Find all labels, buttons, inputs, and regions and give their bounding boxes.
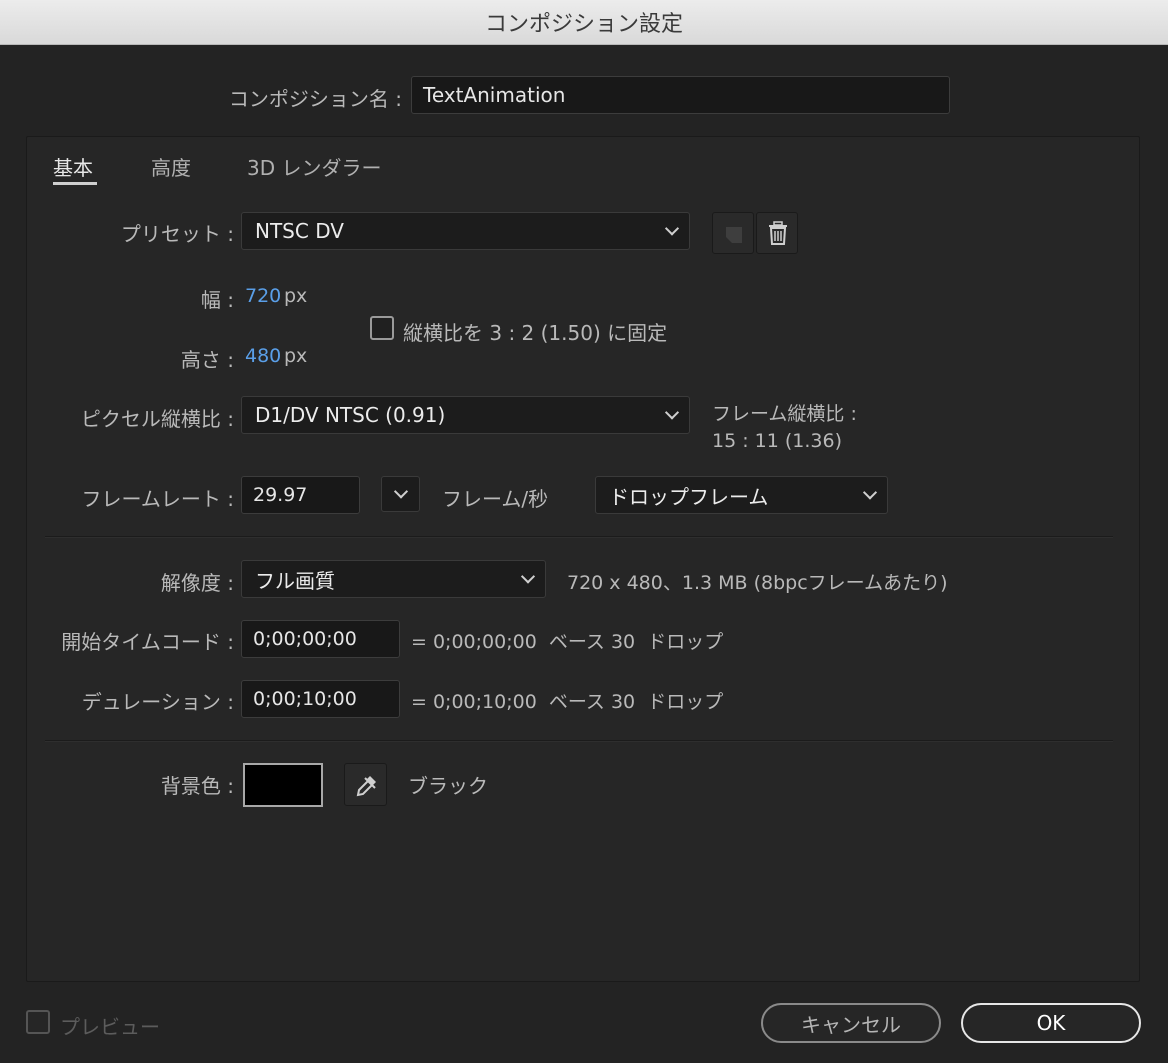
resolution-info: 720 x 480、1.3 MB (8bpcフレームあたり) [567,572,948,594]
composition-name-label: コンポジション名 : [228,87,402,111]
width-label: 幅 : [200,288,234,312]
tab-basic[interactable]: 基本 [53,152,93,181]
chevron-down-icon [393,484,409,499]
resolution-dropdown[interactable]: フル画質 [241,560,546,598]
divider [45,536,1113,538]
trash-icon [769,221,787,245]
preview-label: プレビュー [60,1015,160,1039]
cancel-button[interactable]: キャンセル [761,1003,941,1043]
drop-frame-value: ドロップフレーム [609,484,769,509]
preset-label: プリセット : [120,222,234,246]
height-unit: px [284,345,308,367]
chevron-down-icon [862,485,878,500]
eyedropper-icon [356,776,376,797]
chevron-down-icon [664,221,680,236]
window-title: コンポジション設定 [484,12,683,37]
pixel-aspect-label: ピクセル縦横比 : [80,407,234,431]
height-label: 高さ : [180,348,234,372]
background-color-label: 背景色 : [160,774,234,798]
frame-rate-unit: フレーム/秒 [442,487,549,511]
background-color-swatch[interactable] [243,763,323,807]
pixel-aspect-dropdown[interactable]: D1/DV NTSC (0.91) [241,396,690,434]
save-preset-button[interactable] [712,212,754,254]
delete-preset-button[interactable] [756,212,798,254]
height-value[interactable]: 480 [245,345,281,367]
duration-label: デュレーション : [81,690,234,714]
composition-name-input[interactable]: TextAnimation [411,76,950,114]
resolution-label: 解像度 : [160,571,234,595]
lock-aspect-checkbox[interactable] [370,316,394,340]
drop-frame-dropdown[interactable]: ドロップフレーム [595,476,888,514]
eyedropper-button[interactable] [344,763,387,806]
chevron-down-icon [664,405,680,420]
duration-input[interactable]: 0;00;10;00 [241,680,400,718]
frame-rate-menu-button[interactable] [381,476,420,512]
start-timecode-input[interactable]: 0;00;00;00 [241,620,400,658]
start-timecode-label: 開始タイムコード : [61,630,234,654]
ok-button[interactable]: OK [961,1003,1141,1043]
divider [45,740,1113,742]
width-unit: px [284,285,308,307]
preset-dropdown[interactable]: NTSC DV [241,212,690,250]
title-bar: コンポジション設定 [0,0,1168,45]
preset-value: NTSC DV [255,219,344,243]
preview-checkbox[interactable] [26,1010,50,1034]
frame-rate-label: フレームレート : [81,487,235,511]
frame-aspect-value: 15 : 11 (1.36) [712,430,843,452]
resolution-value: フル画質 [255,568,335,593]
save-preset-icon [726,227,742,243]
start-timecode-info: = 0;00;00;00 ベース 30 ドロップ [411,631,724,653]
settings-panel [26,136,1140,982]
frame-aspect-label: フレーム縦横比 : [712,403,857,425]
active-tab-indicator [53,182,97,185]
tab-advanced[interactable]: 高度 [151,152,191,181]
frame-rate-input[interactable]: 29.97 [241,476,360,514]
pixel-aspect-value: D1/DV NTSC (0.91) [255,403,446,427]
tab-3d-renderer[interactable]: 3D レンダラー [247,152,381,181]
background-color-name: ブラック [408,774,488,798]
width-value[interactable]: 720 [245,285,281,307]
lock-aspect-label: 縦横比を 3 : 2 (1.50) に固定 [403,321,668,345]
chevron-down-icon [520,569,536,584]
duration-info: = 0;00;10;00 ベース 30 ドロップ [411,691,724,713]
